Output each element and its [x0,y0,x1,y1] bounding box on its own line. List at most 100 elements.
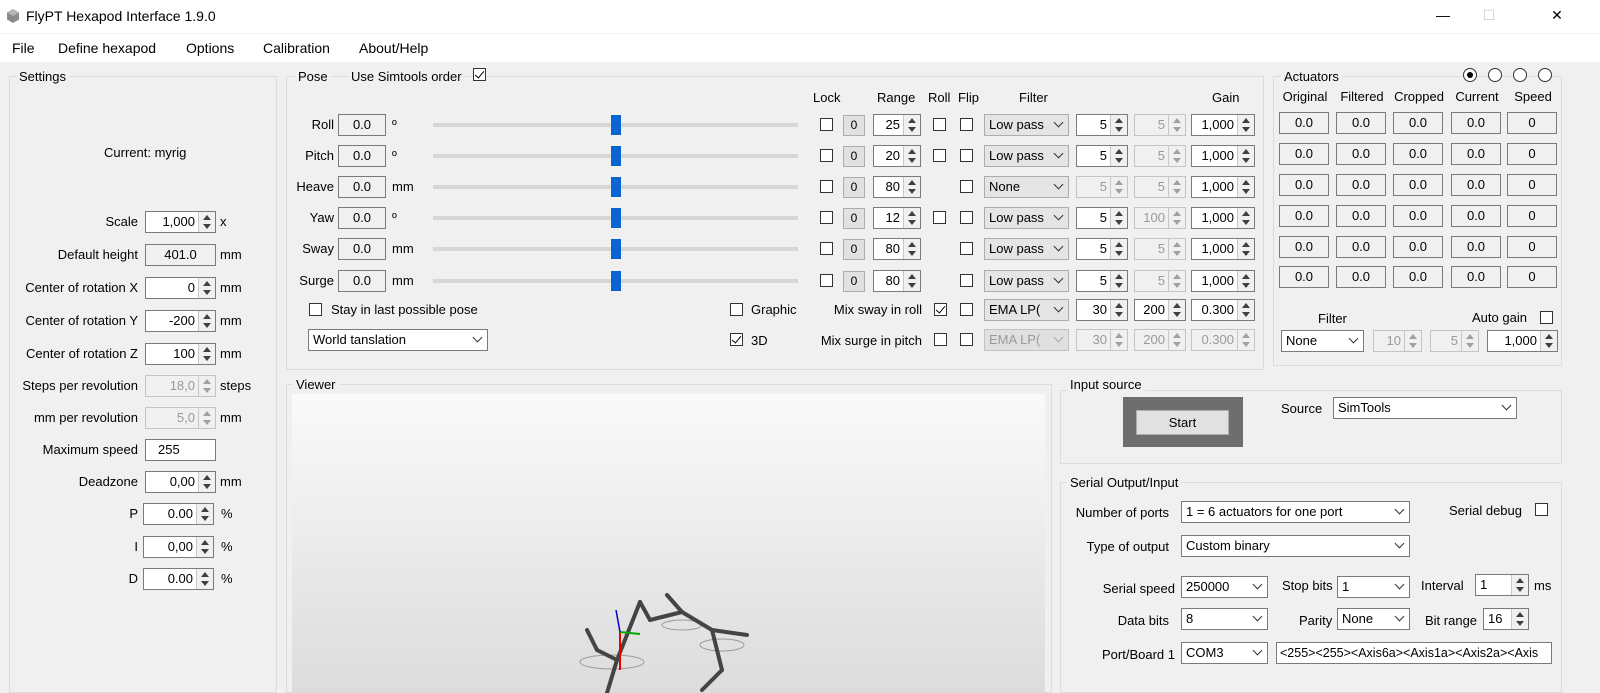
pose-filter-select[interactable]: Low pass [984,270,1069,292]
translation-select[interactable]: World tanslation [308,329,488,351]
graphic-checkbox[interactable] [730,303,743,316]
stop-bits-select[interactable]: 1 [1337,576,1410,598]
actuator-view-radio-3[interactable] [1513,68,1527,82]
pose-range-spinner[interactable]: 25 [873,114,921,136]
mix-filter-select[interactable]: EMA LP( [984,299,1069,321]
ports-select[interactable]: 1 = 6 actuators for one port [1181,501,1410,523]
pose-filter-param-2[interactable]: 100 [1134,207,1186,229]
pose-lock-checkbox[interactable] [820,118,833,131]
3d-checkbox[interactable] [730,333,743,346]
pose-lock-checkbox[interactable] [820,211,833,224]
pose-filter-param-2[interactable]: 5 [1134,270,1186,292]
parity-select[interactable]: None [1337,608,1410,630]
actuator-filter-param-1[interactable]: 10 [1373,330,1422,352]
settings-spinner[interactable]: 0.00 [143,503,214,525]
actuator-view-radio-4[interactable] [1538,68,1552,82]
source-select[interactable]: SimTools [1333,397,1517,419]
pose-slider-thumb[interactable] [610,208,621,228]
settings-spinner[interactable]: 100 [145,343,216,365]
pose-filter-param-1[interactable]: 5 [1076,207,1128,229]
mix-filter-select[interactable]: EMA LP( [984,329,1069,351]
pose-gain-spinner[interactable]: 1,000 [1191,238,1255,260]
pose-filter-param-2[interactable]: 5 [1134,114,1186,136]
type-output-select[interactable]: Custom binary [1181,535,1410,557]
settings-spinner[interactable]: 0,00 [145,471,216,493]
pose-filter-param-1[interactable]: 5 [1076,114,1128,136]
mix-filter-param-2[interactable]: 200 [1134,329,1186,351]
pose-slider-thumb[interactable] [610,115,621,135]
pose-filter-select[interactable]: None [984,176,1069,198]
output-string-input[interactable]: <255><255><Axis6a><Axis1a><Axis2a><Axis [1276,642,1552,664]
pose-range-spinner[interactable]: 80 [873,270,921,292]
pose-flip-checkbox[interactable] [960,180,973,193]
pose-flip-checkbox[interactable] [960,242,973,255]
settings-spinner[interactable]: 18,0 [145,375,216,397]
pose-roll-checkbox[interactable] [933,211,946,224]
menu-about-help[interactable]: About/Help [359,40,428,56]
settings-spinner[interactable]: 0.00 [143,568,214,590]
maximum-speed-input[interactable]: 255 [145,439,216,461]
pose-filter-select[interactable]: Low pass [984,114,1069,136]
interval-spinner[interactable]: 1 [1475,574,1529,596]
viewer-canvas[interactable] [292,394,1045,693]
menu-file[interactable]: File [12,40,35,56]
serial-speed-select[interactable]: 250000 [1181,576,1268,598]
pose-gain-spinner[interactable]: 1,000 [1191,207,1255,229]
pose-filter-select[interactable]: Low pass [984,238,1069,260]
mix-surge-flip-checkbox[interactable] [960,333,973,346]
port-select[interactable]: COM3 [1181,642,1268,664]
mix-sway-checkbox[interactable] [934,303,947,316]
mix-gain-spinner[interactable]: 0.300 [1191,329,1255,351]
pose-range-spinner[interactable]: 80 [873,238,921,260]
minimize-button[interactable]: — [1420,0,1466,32]
pose-gain-spinner[interactable]: 1,000 [1191,176,1255,198]
pose-lock-button[interactable]: 0 [843,146,865,167]
pose-lock-button[interactable]: 0 [843,115,865,136]
pose-lock-button[interactable]: 0 [843,271,865,292]
pose-gain-spinner[interactable]: 1,000 [1191,145,1255,167]
settings-spinner[interactable]: 1,000 [145,211,216,233]
maximize-button[interactable]: ☐ [1466,0,1512,32]
mix-filter-param-1[interactable]: 30 [1076,299,1128,321]
serial-debug-checkbox[interactable] [1535,503,1548,516]
pose-roll-checkbox[interactable] [933,118,946,131]
settings-spinner[interactable]: -200 [145,310,216,332]
pose-slider-thumb[interactable] [610,239,621,259]
pose-gain-spinner[interactable]: 1,000 [1191,114,1255,136]
pose-range-spinner[interactable]: 12 [873,207,921,229]
pose-flip-checkbox[interactable] [960,149,973,162]
settings-spinner[interactable]: 0 [145,277,216,299]
pose-slider-thumb[interactable] [610,271,621,291]
pose-lock-checkbox[interactable] [820,180,833,193]
actuator-view-radio-1[interactable] [1463,68,1477,82]
pose-filter-select[interactable]: Low pass [984,145,1069,167]
menu-calibration[interactable]: Calibration [263,40,330,56]
pose-filter-param-2[interactable]: 5 [1134,145,1186,167]
pose-lock-checkbox[interactable] [820,274,833,287]
mix-gain-spinner[interactable]: 0.300 [1191,299,1255,321]
pose-gain-spinner[interactable]: 1,000 [1191,270,1255,292]
pose-range-spinner[interactable]: 20 [873,145,921,167]
pose-slider-thumb[interactable] [610,146,621,166]
mix-filter-param-1[interactable]: 30 [1076,329,1128,351]
pose-filter-select[interactable]: Low pass [984,207,1069,229]
pose-filter-param-1[interactable]: 5 [1076,145,1128,167]
pose-slider-thumb[interactable] [610,177,621,197]
actuator-gain-spinner[interactable]: 1,000 [1487,330,1558,352]
simtools-order-checkbox[interactable] [473,68,486,81]
bit-range-spinner[interactable]: 16 [1483,608,1529,630]
pose-roll-checkbox[interactable] [933,149,946,162]
mix-filter-param-2[interactable]: 200 [1134,299,1186,321]
data-bits-select[interactable]: 8 [1181,608,1268,630]
pose-filter-param-1[interactable]: 5 [1076,176,1128,198]
pose-lock-checkbox[interactable] [820,149,833,162]
start-button[interactable]: Start [1136,410,1229,435]
pose-filter-param-1[interactable]: 5 [1076,238,1128,260]
mix-surge-checkbox[interactable] [934,333,947,346]
settings-spinner[interactable]: 5,0 [145,407,216,429]
settings-spinner[interactable]: 0,00 [143,536,214,558]
actuator-filter-select[interactable]: None [1281,330,1364,352]
actuator-filter-param-2[interactable]: 5 [1430,330,1479,352]
pose-filter-param-1[interactable]: 5 [1076,270,1128,292]
pose-lock-button[interactable]: 0 [843,239,865,260]
